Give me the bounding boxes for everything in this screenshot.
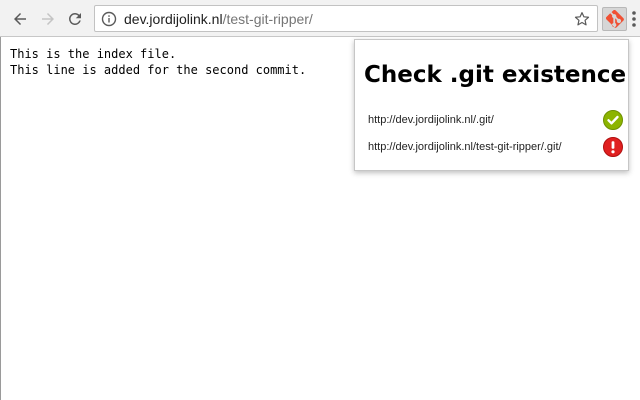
info-icon[interactable] <box>101 11 117 27</box>
browser-toolbar: dev.jordijolink.nl/test-git-ripper/ <box>0 0 640 37</box>
result-row: http://dev.jordijolink.nl/test-git-rippe… <box>368 137 623 157</box>
browser-menu-icon[interactable] <box>630 9 638 29</box>
back-button[interactable] <box>8 7 32 31</box>
forward-arrow-icon <box>42 13 54 25</box>
page-text: This is the index file. This line is adde… <box>10 46 306 78</box>
git-extension-button[interactable] <box>602 7 627 31</box>
forward-button[interactable] <box>36 7 60 31</box>
git-logo-icon <box>605 10 624 28</box>
page-line: This is the index file. <box>10 47 177 61</box>
result-url: http://dev.jordijolink.nl/test-git-rippe… <box>368 141 562 153</box>
page-line: This line is added for the second commit… <box>10 63 307 77</box>
result-url: http://dev.jordijolink.nl/.git/ <box>368 114 494 126</box>
url-host: dev.jordijolink.nl <box>124 11 223 27</box>
extension-popup: Check .git existence http://dev.jordijol… <box>354 39 629 171</box>
popup-title: Check .git existence <box>364 62 627 88</box>
url-text[interactable]: dev.jordijolink.nl/test-git-ripper/ <box>124 11 313 27</box>
bookmark-star-icon[interactable] <box>573 10 591 28</box>
check-circle-icon <box>603 110 623 130</box>
window-edge <box>0 37 1 400</box>
back-arrow-icon <box>14 13 26 25</box>
result-row: http://dev.jordijolink.nl/.git/ <box>368 110 623 130</box>
url-path: /test-git-ripper/ <box>222 11 313 27</box>
reload-button[interactable] <box>63 7 87 31</box>
reload-icon <box>68 12 81 25</box>
error-circle-icon <box>603 137 623 157</box>
address-bar[interactable]: dev.jordijolink.nl/test-git-ripper/ <box>94 5 598 32</box>
